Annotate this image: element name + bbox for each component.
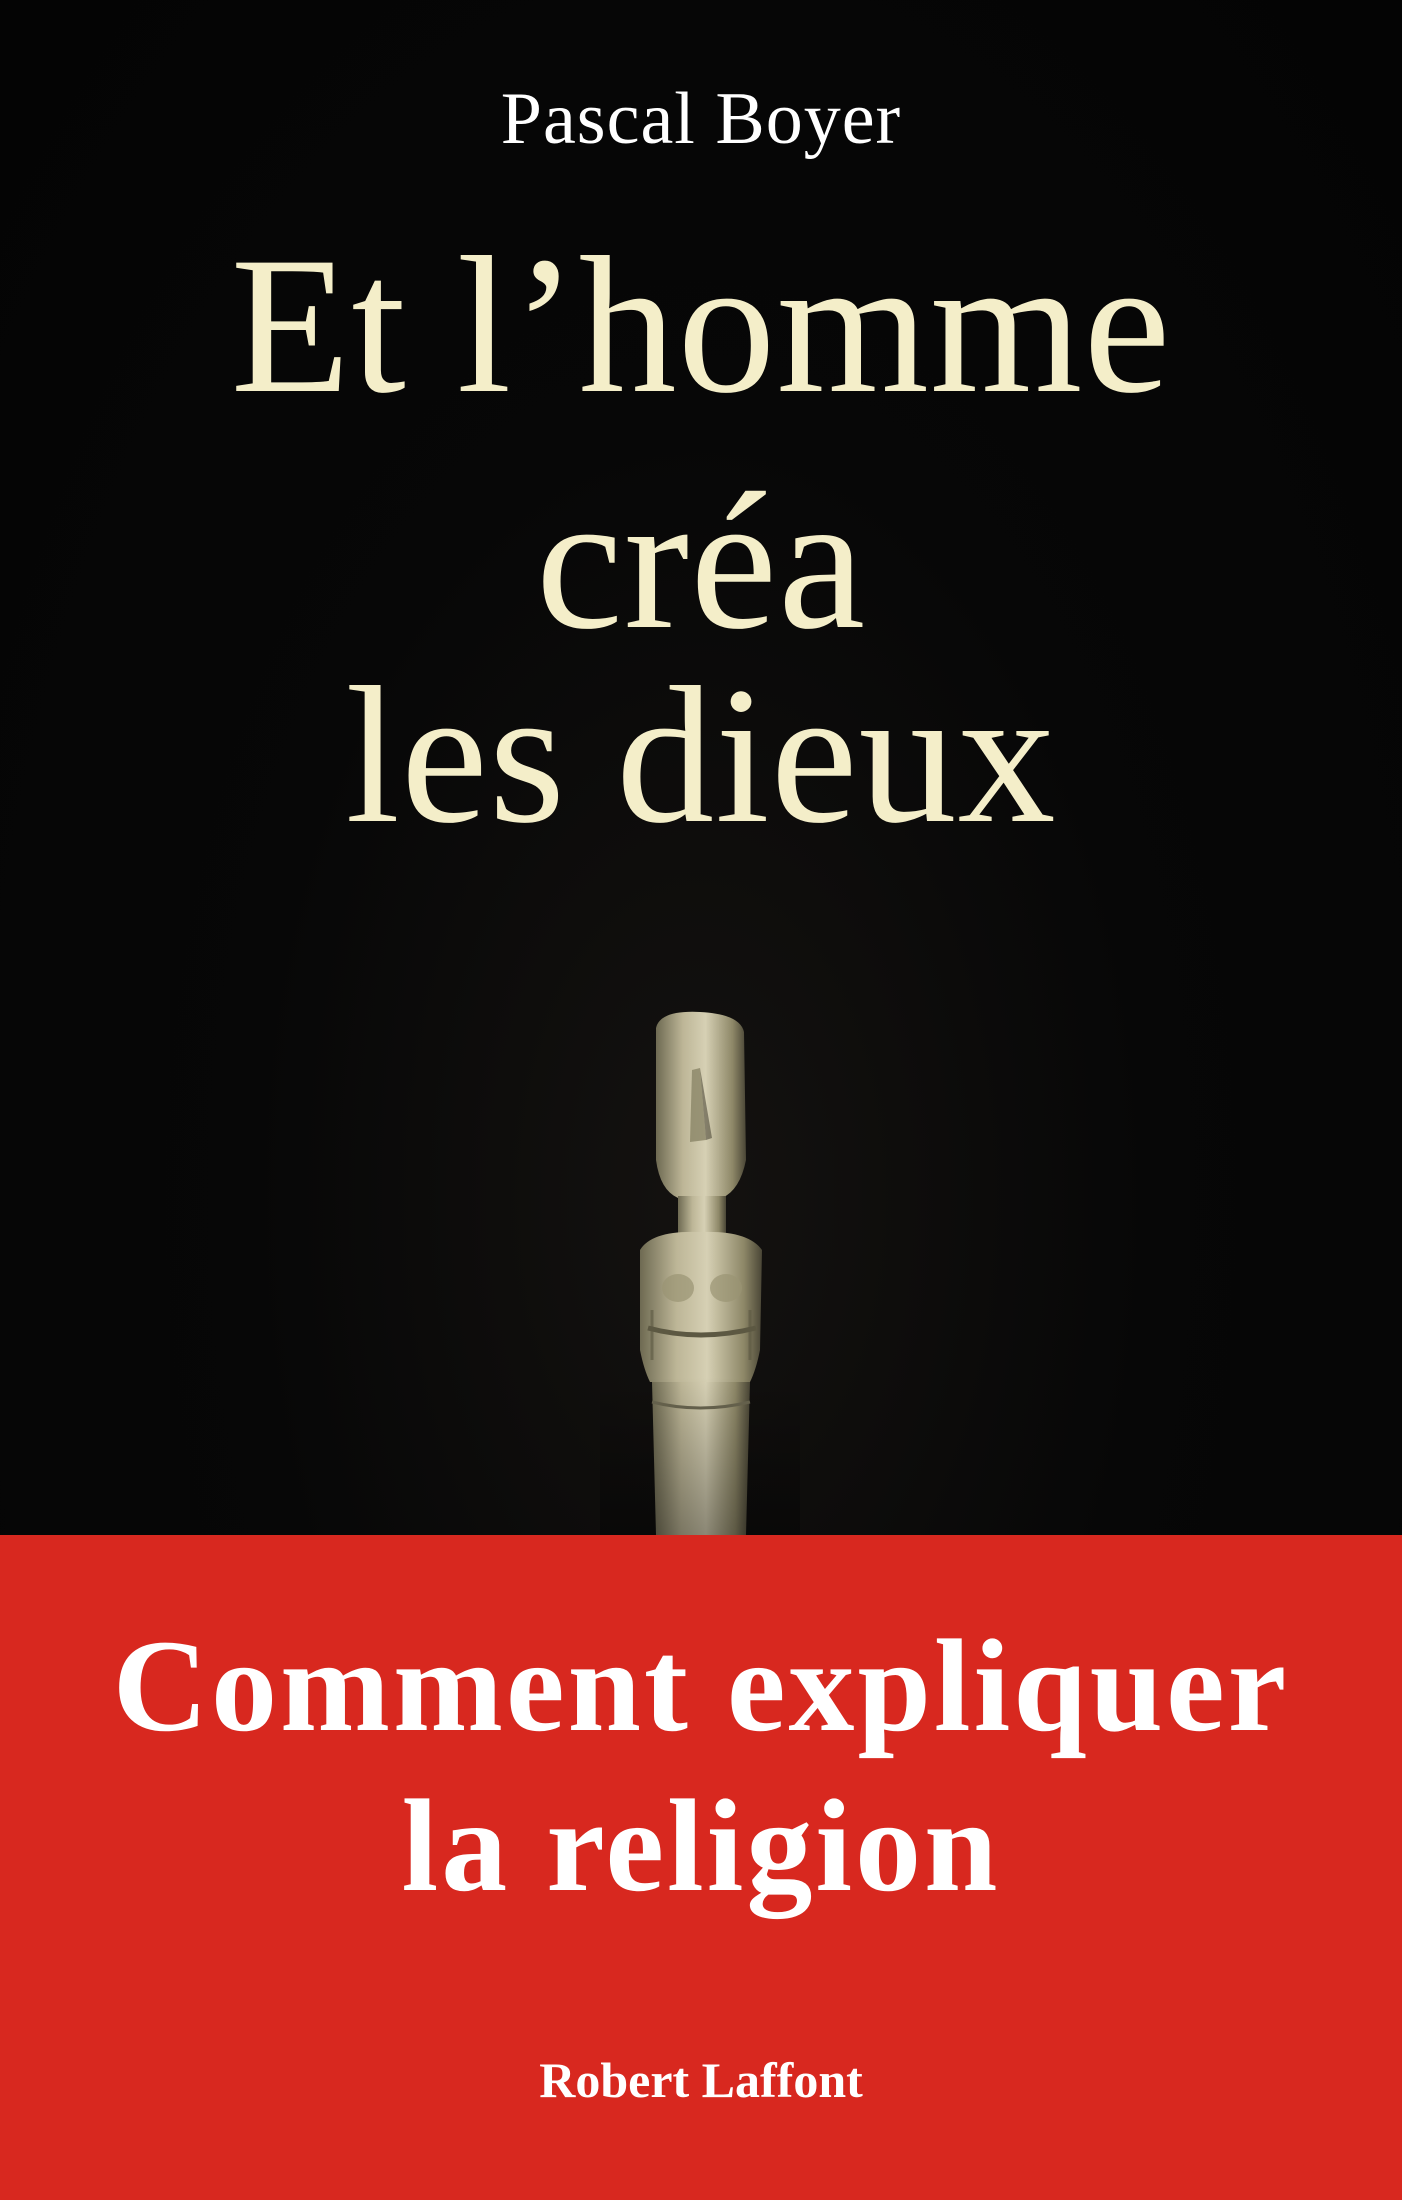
cycladic-figurine-image <box>600 1010 800 1535</box>
title-line-1: Et l’homme <box>230 217 1172 434</box>
subtitle-line-2: la religion <box>401 1772 1001 1919</box>
book-cover: Pascal Boyer Et l’homme créa les dieux C… <box>0 0 1402 2200</box>
title-line-3: les dieux <box>345 647 1057 864</box>
title-line-2: créa <box>535 453 867 670</box>
publisher-name: Robert Laffont <box>539 2052 863 2108</box>
author-name: Pascal Boyer <box>500 78 902 160</box>
subtitle-line-1: Comment expliquer <box>112 1612 1290 1759</box>
